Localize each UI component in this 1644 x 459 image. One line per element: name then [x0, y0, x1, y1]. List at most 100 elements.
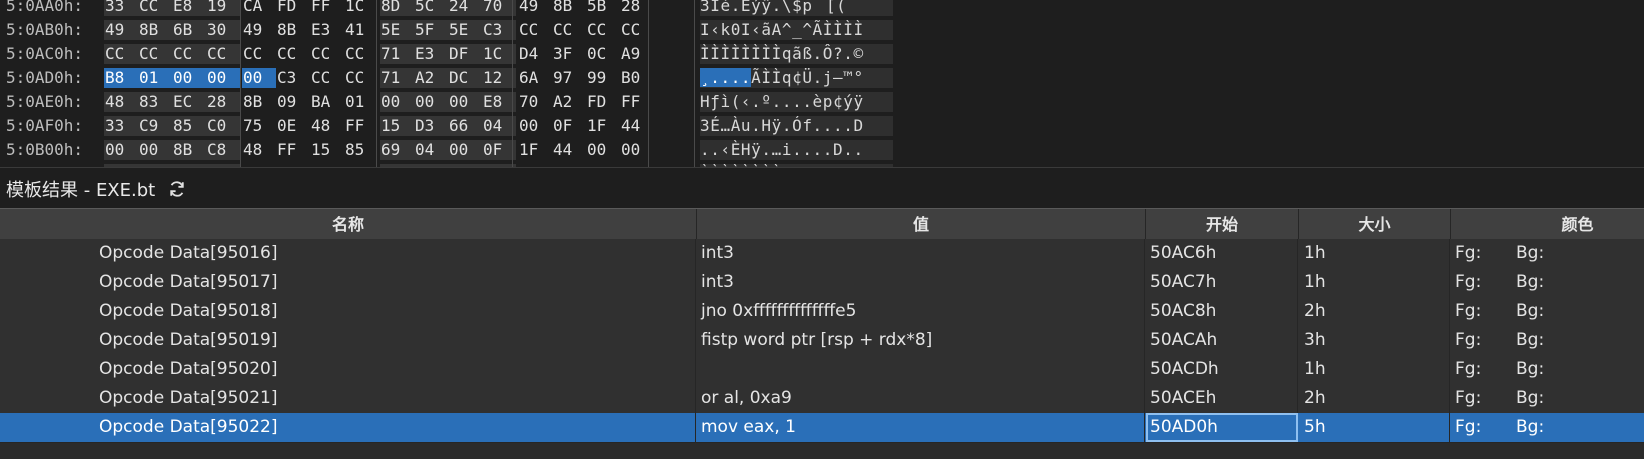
hex-row[interactable]: 5:0AD0h: B8 01 00 00 00 C3 CC CC 71 A2 DC 12 6A 97 99 B0…: [0, 66, 1644, 90]
hex-byte[interactable]: 8D: [380, 0, 414, 16]
ascii-column[interactable]: ÌÌÌÌÌÌÌÌqãß.Ô?.©: [700, 44, 893, 64]
table-row[interactable]: Opcode Data[95020] 50ACDh 1h Fg: Bg:: [0, 355, 1644, 385]
cell-size[interactable]: 2h: [1299, 384, 1450, 413]
hex-byte[interactable]: CC: [138, 44, 172, 64]
cell-fg-color[interactable]: Fg:: [1451, 326, 1511, 355]
hex-row[interactable]: 5:0AC0h: CC CC CC CC CC CC CC CC 71 E3 DF 1C D4 3F 0C A9…: [0, 42, 1644, 66]
hex-byte[interactable]: 5B: [586, 0, 620, 16]
cell-bg-color[interactable]: Bg:: [1511, 326, 1644, 355]
cell-fg-color[interactable]: Fg:: [1451, 384, 1511, 413]
hex-byte[interactable]: CC: [344, 44, 378, 64]
ascii-column[interactable]: 3Ìè.Êýÿ.\$p[(: [700, 0, 893, 16]
hex-byte[interactable]: 41: [344, 20, 378, 40]
hex-byte[interactable]: 48: [242, 140, 276, 160]
hex-byte[interactable]: 1F: [518, 140, 552, 160]
hex-byte[interactable]: 1F: [586, 116, 620, 136]
template-results-table[interactable]: 名称 值 开始 大小 颜色 Opcode Data[95016] int3 50AC…: [0, 208, 1644, 459]
hex-byte[interactable]: 6B: [172, 20, 206, 40]
hex-byte[interactable]: 69: [380, 140, 414, 160]
hex-row[interactable]: 5:0AF0h: 33 C9 85 C0 75 0E 48 FF 15 D3 66 04 00 0F 1F 44…: [0, 114, 1644, 138]
cell-bg-color[interactable]: Bg:: [1511, 413, 1644, 442]
cell-name[interactable]: Opcode Data[95020]: [0, 355, 696, 384]
column-header-color[interactable]: 颜色: [1451, 209, 1644, 240]
hex-byte[interactable]: 0F: [482, 140, 516, 160]
hex-row[interactable]: 5:0AA0h: 33 CC E8 19 CA FD FF 1C 8D 5C 24 70 49 8B 5B 28…: [0, 0, 1644, 18]
cell-value[interactable]: int3: [697, 239, 1145, 268]
hex-byte[interactable]: 01: [138, 68, 172, 88]
hex-byte[interactable]: FF: [310, 0, 344, 16]
cell-start[interactable]: 50AD0h: [1146, 413, 1298, 442]
hex-byte[interactable]: BA: [310, 92, 344, 112]
hex-byte[interactable]: 71: [380, 68, 414, 88]
ascii-column[interactable]: I‹k0I‹ãA^_^ÃÌÌÌÌ: [700, 20, 893, 40]
hex-byte[interactable]: CC: [518, 20, 552, 40]
column-header-start[interactable]: 开始: [1146, 209, 1299, 240]
hex-byte[interactable]: 0C: [586, 44, 620, 64]
cell-fg-color[interactable]: Fg:: [1451, 268, 1511, 297]
cell-size[interactable]: 5h: [1299, 413, 1450, 442]
cell-name[interactable]: Opcode Data[95022]: [0, 413, 696, 442]
ascii-column[interactable]: ¸....ÃÌÌq¢Ü.j—™°: [700, 68, 893, 88]
cell-fg-color[interactable]: Fg:: [1451, 413, 1511, 442]
hex-byte[interactable]: A2: [552, 92, 586, 112]
cell-bg-color[interactable]: Bg:: [1511, 384, 1644, 413]
hex-byte[interactable]: CC: [242, 44, 276, 64]
ascii-column[interactable]: Hƒì(‹.º....èp¢ýÿ: [700, 92, 893, 112]
hex-byte[interactable]: E8: [172, 0, 206, 16]
hex-byte[interactable]: 00: [104, 140, 138, 160]
hex-byte[interactable]: 49: [518, 0, 552, 16]
hex-byte[interactable]: 00: [172, 68, 206, 88]
hex-byte[interactable]: EC: [172, 92, 206, 112]
hex-byte[interactable]: 8B: [242, 92, 276, 112]
cell-start[interactable]: 50ACAh: [1146, 326, 1298, 355]
hex-byte[interactable]: 71: [380, 44, 414, 64]
hex-byte[interactable]: B8: [104, 68, 138, 88]
cell-size[interactable]: 1h: [1299, 355, 1450, 384]
hex-byte[interactable]: 15: [310, 140, 344, 160]
hex-byte[interactable]: C0: [206, 116, 240, 136]
hex-byte[interactable]: 15: [380, 116, 414, 136]
column-header-name[interactable]: 名称: [0, 209, 697, 240]
hex-byte[interactable]: 49: [104, 20, 138, 40]
hex-byte[interactable]: E3: [310, 20, 344, 40]
cell-value[interactable]: fistp word ptr [rsp + rdx*8]: [697, 326, 1145, 355]
hex-row[interactable]: 5:0AB0h: 49 8B 6B 30 49 8B E3 41 5E 5F 5E C3 CC CC CC CC…: [0, 18, 1644, 42]
cell-bg-color[interactable]: Bg:: [1511, 355, 1644, 384]
hex-byte[interactable]: CC: [276, 44, 310, 64]
hex-byte[interactable]: 33: [104, 0, 138, 16]
hex-byte[interactable]: 33: [104, 116, 138, 136]
hex-byte[interactable]: CC: [206, 44, 240, 64]
cell-start[interactable]: 50AC7h: [1146, 268, 1298, 297]
hex-byte[interactable]: 66: [448, 116, 482, 136]
cell-start[interactable]: 50AC8h: [1146, 297, 1298, 326]
column-header-size[interactable]: 大小: [1299, 209, 1451, 240]
hex-byte[interactable]: 5E: [380, 20, 414, 40]
hex-byte[interactable]: D4: [518, 44, 552, 64]
hex-byte[interactable]: C9: [138, 116, 172, 136]
hex-byte[interactable]: 00: [242, 68, 276, 88]
hex-byte[interactable]: 00: [448, 92, 482, 112]
table-row[interactable]: Opcode Data[95017] int3 50AC7h 1h Fg: Bg:: [0, 268, 1644, 298]
hex-byte[interactable]: 8B: [552, 0, 586, 16]
hex-byte[interactable]: 83: [138, 92, 172, 112]
cell-fg-color[interactable]: Fg:: [1451, 355, 1511, 384]
cell-value[interactable]: [697, 355, 1145, 384]
hex-byte[interactable]: 28: [206, 92, 240, 112]
cell-fg-color[interactable]: Fg:: [1451, 239, 1511, 268]
hex-byte[interactable]: 6A: [518, 68, 552, 88]
hex-byte[interactable]: 0F: [552, 116, 586, 136]
hex-byte[interactable]: 09: [276, 92, 310, 112]
hex-byte[interactable]: CC: [344, 68, 378, 88]
hex-byte[interactable]: 00: [586, 140, 620, 160]
cell-bg-color[interactable]: Bg:: [1511, 239, 1644, 268]
hex-byte[interactable]: FF: [344, 116, 378, 136]
hex-byte[interactable]: FD: [276, 0, 310, 16]
table-row[interactable]: Opcode Data[95019] fistp word ptr [rsp + …: [0, 326, 1644, 356]
hex-row[interactable]: 5:0B00h: 00 00 8B C8 48 FF 15 85 69 04 00 0F 1F 44 00 00…: [0, 138, 1644, 162]
ascii-column[interactable]: 3É…Àu.Hÿ.Óf....D: [700, 116, 893, 136]
hex-byte[interactable]: E8: [482, 92, 516, 112]
hex-editor-view[interactable]: 5:0AA0h: 33 CC E8 19 CA FD FF 1C 8D 5C 24 70 49 8B 5B 28…: [0, 0, 1644, 167]
hex-byte[interactable]: 5E: [448, 20, 482, 40]
cell-fg-color[interactable]: Fg:: [1451, 297, 1511, 326]
cell-bg-color[interactable]: Bg:: [1511, 268, 1644, 297]
